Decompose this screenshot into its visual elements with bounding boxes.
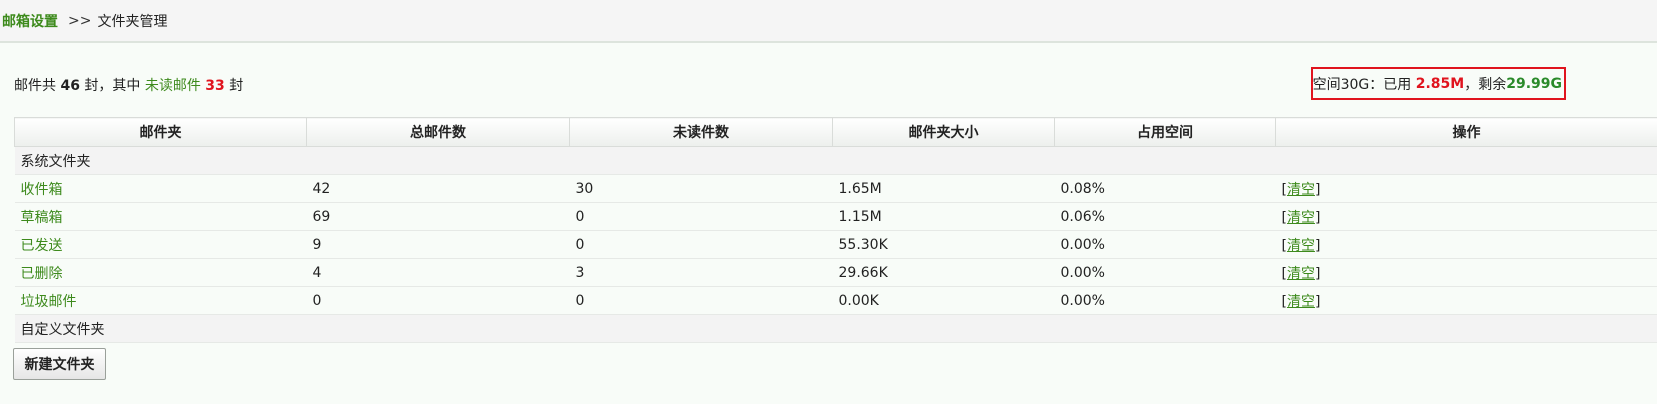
clear-inbox-link[interactable]: 清空 bbox=[1287, 182, 1315, 198]
cell-size: 1.65M bbox=[832, 174, 1055, 203]
cell-action: [清空] bbox=[1275, 286, 1657, 315]
cell-usage: 0.00% bbox=[1054, 230, 1276, 259]
clear-sent-link[interactable]: 清空 bbox=[1287, 238, 1315, 254]
quota-remain-value: 29.99G bbox=[1506, 75, 1562, 92]
clear-deleted-link[interactable]: 清空 bbox=[1287, 266, 1315, 282]
summary-suffix: 封 bbox=[229, 78, 244, 94]
summary-total-count: 46 bbox=[60, 78, 80, 94]
quota-used-label: 已用 bbox=[1383, 76, 1412, 93]
clear-spam-link[interactable]: 清空 bbox=[1287, 294, 1315, 310]
column-header-size: 邮件夹大小 bbox=[832, 117, 1055, 147]
cell-unread: 0 bbox=[569, 230, 833, 259]
folder-link-inbox[interactable]: 收件箱 bbox=[21, 182, 63, 198]
column-header-action: 操作 bbox=[1275, 117, 1657, 147]
table-row: 收件箱 42 30 1.65M 0.08% [清空] bbox=[14, 174, 1657, 203]
table-row: 已发送 9 0 55.30K 0.00% [清空] bbox=[14, 230, 1657, 259]
cell-usage: 0.00% bbox=[1054, 286, 1276, 315]
cell-action: [清空] bbox=[1275, 230, 1657, 259]
mail-summary: 邮件共 46 封，其中 未读邮件 33 封 bbox=[14, 75, 243, 95]
cell-total: 69 bbox=[306, 202, 570, 231]
table-row: 已删除 4 3 29.66K 0.00% [清空] bbox=[14, 258, 1657, 287]
quota-remain-label: 剩余 bbox=[1478, 76, 1507, 93]
breadcrumb-mail-settings-link[interactable]: 邮箱设置 bbox=[2, 11, 58, 31]
cell-usage: 0.08% bbox=[1054, 174, 1276, 203]
cell-action: [清空] bbox=[1275, 258, 1657, 287]
folder-link-sent[interactable]: 已发送 bbox=[21, 238, 63, 254]
breadcrumb: 邮箱设置 >> 文件夹管理 bbox=[0, 0, 1657, 43]
breadcrumb-separator: >> bbox=[68, 12, 92, 29]
quota-total: 总空间30G： bbox=[1312, 76, 1384, 93]
system-folder-group-row: 系统文件夹 bbox=[14, 146, 1657, 175]
cell-size: 1.15M bbox=[832, 202, 1055, 231]
table-row: 垃圾邮件 0 0 0.00K 0.00% [清空] bbox=[14, 286, 1657, 315]
cell-size: 29.66K bbox=[832, 258, 1055, 287]
folder-link-drafts[interactable]: 草稿箱 bbox=[21, 210, 63, 226]
summary-prefix: 邮件共 bbox=[14, 78, 56, 94]
column-header-unread: 未读件数 bbox=[569, 117, 833, 147]
custom-folder-group-label: 自定义文件夹 bbox=[14, 314, 1657, 343]
cell-total: 0 bbox=[306, 286, 570, 315]
cell-usage: 0.00% bbox=[1054, 258, 1276, 287]
cell-size: 0.00K bbox=[832, 286, 1055, 315]
custom-folder-group-row: 自定义文件夹 bbox=[14, 314, 1657, 343]
summary-unread-count: 33 bbox=[205, 78, 225, 94]
system-folder-group-label: 系统文件夹 bbox=[14, 146, 1657, 175]
folder-link-deleted[interactable]: 已删除 bbox=[21, 266, 63, 282]
storage-quota: 总空间30G： 已用 2.85M，剩余29.99G bbox=[1311, 67, 1566, 100]
cell-unread: 0 bbox=[569, 286, 833, 315]
cell-size: 55.30K bbox=[832, 230, 1055, 259]
clear-drafts-link[interactable]: 清空 bbox=[1287, 210, 1315, 226]
column-header-usage: 占用空间 bbox=[1054, 117, 1276, 147]
cell-total: 4 bbox=[306, 258, 570, 287]
cell-unread: 30 bbox=[569, 174, 833, 203]
table-row: 草稿箱 69 0 1.15M 0.06% [清空] bbox=[14, 202, 1657, 231]
folder-table: 邮件夹 总邮件数 未读件数 邮件夹大小 占用空间 操作 系统文件夹 收件箱 42… bbox=[14, 117, 1657, 343]
summary-mid: 封，其中 bbox=[84, 78, 141, 94]
breadcrumb-current: 文件夹管理 bbox=[97, 13, 168, 30]
summary-unread-link[interactable]: 未读邮件 bbox=[145, 78, 201, 94]
column-header-total: 总邮件数 bbox=[306, 117, 570, 147]
table-header-row: 邮件夹 总邮件数 未读件数 邮件夹大小 占用空间 操作 bbox=[14, 117, 1657, 147]
column-header-folder: 邮件夹 bbox=[14, 117, 307, 147]
cell-total: 42 bbox=[306, 174, 570, 203]
new-folder-button[interactable]: 新建文件夹 bbox=[13, 348, 106, 380]
quota-separator: ， bbox=[1464, 76, 1479, 93]
folder-link-spam[interactable]: 垃圾邮件 bbox=[21, 294, 77, 310]
cell-usage: 0.06% bbox=[1054, 202, 1276, 231]
cell-unread: 3 bbox=[569, 258, 833, 287]
cell-total: 9 bbox=[306, 230, 570, 259]
quota-used-value: 2.85M bbox=[1415, 75, 1465, 92]
cell-unread: 0 bbox=[569, 202, 833, 231]
cell-action: [清空] bbox=[1275, 202, 1657, 231]
cell-action: [清空] bbox=[1275, 174, 1657, 203]
